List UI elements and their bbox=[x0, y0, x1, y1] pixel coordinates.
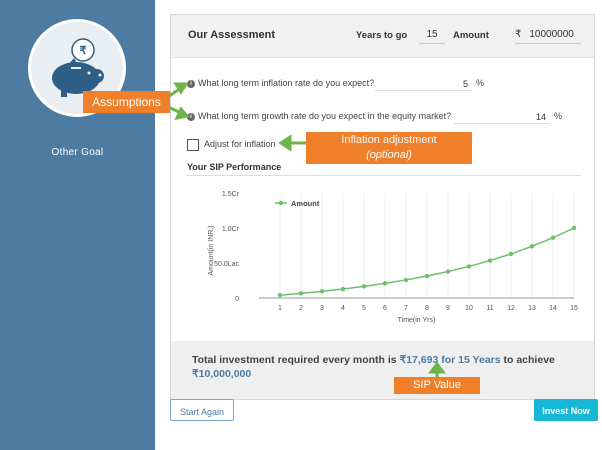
svg-text:₹: ₹ bbox=[80, 45, 87, 57]
x-tick-label: 9 bbox=[446, 305, 450, 312]
data-point bbox=[382, 281, 388, 286]
data-point bbox=[529, 244, 535, 249]
x-tick-label: 10 bbox=[465, 305, 473, 312]
assessment-title: Our Assessment bbox=[188, 29, 276, 41]
x-axis-title: Time(in Yrs) bbox=[398, 317, 436, 324]
x-tick-label: 15 bbox=[570, 305, 578, 312]
data-point bbox=[466, 264, 472, 269]
x-tick-label: 7 bbox=[404, 305, 408, 312]
adjust-inflation-checkbox[interactable] bbox=[187, 139, 199, 151]
data-point bbox=[361, 284, 367, 289]
years-input[interactable]: 15 bbox=[419, 27, 445, 44]
inflation-question: What long term inflation rate do you exp… bbox=[198, 78, 375, 88]
y-axis-title: Amount(in INR,) bbox=[208, 225, 215, 275]
data-point bbox=[445, 269, 451, 274]
amount-label: Amount bbox=[453, 30, 489, 41]
data-point bbox=[403, 277, 409, 283]
sip-performance-title: Your SIP Performance bbox=[187, 162, 282, 172]
inflation-unit: % bbox=[476, 78, 485, 88]
legend-marker bbox=[278, 200, 284, 206]
summary-text: Total investment required every month is… bbox=[192, 353, 582, 381]
x-tick-label: 11 bbox=[486, 305, 493, 312]
sidebar: ₹ Other Goal bbox=[0, 0, 155, 450]
assumptions-callout: Assumptions bbox=[83, 91, 170, 113]
growth-unit: % bbox=[554, 111, 563, 121]
inflation-rate-input[interactable]: 5 bbox=[375, 77, 472, 91]
sip-value-callout: SIP Value bbox=[394, 377, 480, 394]
currency-symbol: ₹ bbox=[515, 29, 522, 40]
x-tick-label: 6 bbox=[383, 305, 387, 312]
data-point bbox=[424, 273, 430, 279]
start-again-button[interactable]: Start Again bbox=[170, 399, 234, 421]
x-tick-label: 3 bbox=[320, 305, 324, 312]
sip-performance-chart: 050.0Lac1.0Cr1.5Cr1 2 3 4 5 6 7 8 9 10 11 12 13 14 15T… bbox=[208, 191, 578, 324]
data-point bbox=[319, 289, 325, 294]
adjust-inflation-label: Adjust for inflation bbox=[204, 139, 276, 149]
sip-amount: ₹17,693 for 15 Years bbox=[399, 354, 501, 366]
x-tick-label: 2 bbox=[299, 305, 303, 312]
growth-question: What long term growth rate do you expect… bbox=[198, 111, 452, 121]
data-point bbox=[277, 293, 283, 298]
assessment-header: Our Assessment Years to go 15 Amount ₹10… bbox=[171, 15, 594, 58]
goal-label: Other Goal bbox=[51, 147, 104, 158]
summary-prefix: Total investment required every month is bbox=[192, 354, 400, 366]
info-icon[interactable]: i bbox=[187, 113, 195, 121]
inflation-adjustment-text: Inflation adjustment bbox=[341, 134, 437, 146]
data-point bbox=[340, 286, 346, 292]
x-tick-label: 12 bbox=[507, 305, 515, 312]
amount-value: 10000000 bbox=[529, 29, 574, 40]
x-tick-label: 5 bbox=[362, 305, 366, 312]
divider bbox=[187, 175, 581, 176]
legend-label: Amount bbox=[291, 199, 320, 208]
target-amount: ₹10,000,000 bbox=[192, 368, 252, 380]
x-tick-label: 8 bbox=[425, 305, 429, 312]
x-tick-label: 13 bbox=[528, 305, 536, 312]
y-tick-label: 1.0Cr bbox=[222, 226, 240, 233]
y-tick-label: 1.5Cr bbox=[222, 191, 240, 198]
growth-rate-input[interactable]: 14 bbox=[454, 110, 550, 124]
data-point bbox=[487, 258, 493, 263]
data-point bbox=[550, 235, 556, 240]
amount-input[interactable]: ₹10000000 bbox=[515, 27, 581, 44]
x-tick-label: 4 bbox=[341, 305, 345, 312]
optional-text: (optional) bbox=[366, 149, 412, 161]
invest-now-button[interactable]: Invest Now bbox=[534, 399, 598, 421]
inflation-adjustment-callout: Inflation adjustment (optional) bbox=[306, 132, 472, 164]
data-point bbox=[508, 251, 514, 257]
y-tick-label: 0 bbox=[235, 296, 239, 303]
summary-box: Total investment required every month is… bbox=[171, 341, 594, 399]
assessment-panel: Our Assessment Years to go 15 Amount ₹10… bbox=[170, 14, 595, 400]
data-point bbox=[298, 291, 304, 296]
years-label: Years to go bbox=[356, 30, 408, 41]
x-tick-label: 14 bbox=[549, 305, 557, 312]
x-tick-label: 1 bbox=[278, 305, 282, 312]
y-tick-label: 50.0Lac bbox=[214, 261, 239, 268]
data-point bbox=[571, 225, 577, 231]
summary-middle: to achieve bbox=[500, 354, 555, 366]
info-icon[interactable]: i bbox=[187, 80, 195, 88]
